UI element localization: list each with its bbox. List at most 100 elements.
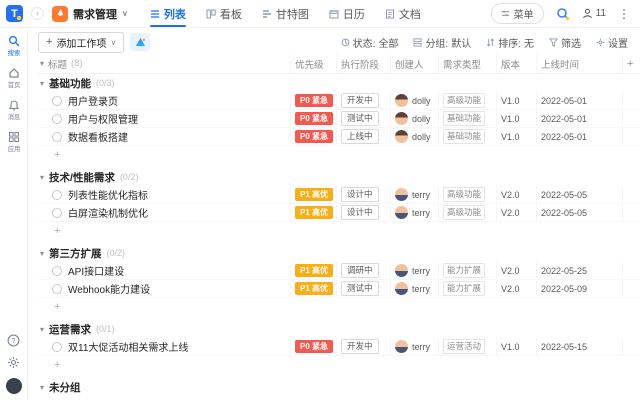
table-row[interactable]: Webhook能力建设 P1 高优 测试中 terry 能力扩展 V2.0 20…: [38, 280, 640, 298]
version-cell[interactable]: V2.0: [496, 262, 536, 279]
group-header[interactable]: ▾ 未分组: [38, 378, 640, 396]
more-menu-button[interactable]: ⋮: [618, 8, 630, 20]
task-checkbox[interactable]: [52, 208, 62, 218]
rail-item-messages[interactable]: 消息: [2, 99, 26, 122]
task-checkbox[interactable]: [52, 114, 62, 124]
priority-cell[interactable]: P1 高优: [290, 262, 336, 279]
date-cell[interactable]: 2022-05-25: [536, 262, 622, 279]
type-cell[interactable]: 高级功能: [438, 186, 496, 203]
group-header[interactable]: ▾ 运营需求 (0/1): [38, 320, 640, 338]
add-row-button[interactable]: +: [38, 222, 640, 240]
table-row[interactable]: 用户与权限管理 P0 紧急 测试中 dolly 基础功能 V1.0 2022-0…: [38, 110, 640, 128]
task-title[interactable]: 用户与权限管理: [68, 111, 138, 126]
add-column-button[interactable]: +: [622, 54, 640, 73]
date-cell[interactable]: 2022-05-01: [536, 128, 622, 145]
group-header[interactable]: ▾ 基础功能 (0/3): [38, 74, 640, 92]
type-cell[interactable]: 能力扩展: [438, 262, 496, 279]
tab-board[interactable]: 看板: [206, 0, 242, 27]
creator-cell[interactable]: terry: [390, 338, 438, 355]
search-icon[interactable]: [556, 7, 570, 21]
rail-item-apps[interactable]: 应用: [2, 131, 26, 154]
task-checkbox[interactable]: [52, 96, 62, 106]
task-title[interactable]: API接口建设: [68, 263, 124, 278]
filter-settings[interactable]: 设置: [596, 35, 628, 50]
tab-gantt[interactable]: 甘特图: [262, 0, 309, 27]
creator-cell[interactable]: dolly: [390, 92, 438, 109]
stage-cell[interactable]: 测试中: [336, 280, 390, 297]
priority-cell[interactable]: P0 紧急: [290, 338, 336, 355]
tab-calendar[interactable]: 日历: [329, 0, 365, 27]
project-switcher[interactable]: 需求管理 ∨: [52, 6, 128, 22]
table-row[interactable]: 列表性能优化指标 P1 高优 设计中 terry 高级功能 V2.0 2022-…: [38, 186, 640, 204]
priority-cell[interactable]: P1 高优: [290, 186, 336, 203]
add-row-button[interactable]: +: [38, 356, 640, 374]
type-cell[interactable]: 基础功能: [438, 110, 496, 127]
ai-assistant-button[interactable]: [130, 33, 150, 51]
version-cell[interactable]: V2.0: [496, 280, 536, 297]
task-title[interactable]: 双11大促活动相关需求上线: [68, 339, 188, 354]
date-cell[interactable]: 2022-05-09: [536, 280, 622, 297]
table-row[interactable]: 双11大促活动相关需求上线 P0 紧急 开发中 terry 运营活动 V1.0 …: [38, 338, 640, 356]
task-checkbox[interactable]: [52, 266, 62, 276]
creator-cell[interactable]: terry: [390, 204, 438, 221]
rail-item-home[interactable]: 首页: [2, 67, 26, 90]
task-checkbox[interactable]: [52, 342, 62, 352]
priority-cell[interactable]: P1 高优: [290, 204, 336, 221]
gear-icon[interactable]: [7, 356, 20, 369]
creator-cell[interactable]: terry: [390, 280, 438, 297]
creator-cell[interactable]: terry: [390, 186, 438, 203]
add-row-button[interactable]: +: [38, 396, 640, 400]
date-cell[interactable]: 2022-05-15: [536, 338, 622, 355]
filter-funnel[interactable]: 筛选: [549, 35, 581, 50]
priority-cell[interactable]: P0 紧急: [290, 110, 336, 127]
table-row[interactable]: 用户登录页 P0 紧急 开发中 dolly 高级功能 V1.0 2022-05-…: [38, 92, 640, 110]
add-row-button[interactable]: +: [38, 298, 640, 316]
priority-cell[interactable]: P0 紧急: [290, 92, 336, 109]
tab-docs[interactable]: 文档: [385, 0, 421, 27]
stage-cell[interactable]: 调研中: [336, 262, 390, 279]
user-avatar[interactable]: [6, 378, 22, 394]
task-title[interactable]: 用户登录页: [68, 93, 118, 108]
filter-status[interactable]: 状态: 全部: [341, 35, 399, 50]
version-cell[interactable]: V1.0: [496, 338, 536, 355]
task-title[interactable]: 数据看板搭建: [68, 129, 128, 144]
filter-sort[interactable]: 排序: 无: [486, 35, 534, 50]
task-checkbox[interactable]: [52, 132, 62, 142]
stage-cell[interactable]: 开发中: [336, 338, 390, 355]
date-cell[interactable]: 2022-05-01: [536, 92, 622, 109]
creator-cell[interactable]: dolly: [390, 128, 438, 145]
caret-down-icon[interactable]: ▾: [40, 59, 44, 68]
help-icon[interactable]: ?: [7, 334, 20, 347]
menu-button[interactable]: 菜单: [491, 3, 544, 24]
stage-cell[interactable]: 测试中: [336, 110, 390, 127]
add-work-item-button[interactable]: + 添加工作项 ∨: [38, 32, 124, 53]
priority-cell[interactable]: P1 高优: [290, 280, 336, 297]
table-row[interactable]: 白屏渲染机制优化 P1 高优 设计中 terry 高级功能 V2.0 2022-…: [38, 204, 640, 222]
version-cell[interactable]: V1.0: [496, 128, 536, 145]
group-header[interactable]: ▾ 第三方扩展 (0/2): [38, 244, 640, 262]
priority-cell[interactable]: P0 紧急: [290, 128, 336, 145]
group-header[interactable]: ▾ 技术/性能需求 (0/2): [38, 168, 640, 186]
task-title[interactable]: Webhook能力建设: [68, 281, 150, 296]
stage-cell[interactable]: 设计中: [336, 186, 390, 203]
type-cell[interactable]: 高级功能: [438, 204, 496, 221]
stage-cell[interactable]: 上线中: [336, 128, 390, 145]
table-row[interactable]: 数据看板搭建 P0 紧急 上线中 dolly 基础功能 V1.0 2022-05…: [38, 128, 640, 146]
type-cell[interactable]: 运营活动: [438, 338, 496, 355]
filter-group[interactable]: 分组: 默认: [413, 35, 471, 50]
version-cell[interactable]: V2.0: [496, 186, 536, 203]
date-cell[interactable]: 2022-05-01: [536, 110, 622, 127]
version-cell[interactable]: V1.0: [496, 92, 536, 109]
creator-cell[interactable]: dolly: [390, 110, 438, 127]
version-cell[interactable]: V1.0: [496, 110, 536, 127]
date-cell[interactable]: 2022-05-05: [536, 204, 622, 221]
date-cell[interactable]: 2022-05-05: [536, 186, 622, 203]
version-cell[interactable]: V2.0: [496, 204, 536, 221]
stage-cell[interactable]: 设计中: [336, 204, 390, 221]
type-cell[interactable]: 能力扩展: [438, 280, 496, 297]
stage-cell[interactable]: 开发中: [336, 92, 390, 109]
task-title[interactable]: 列表性能优化指标: [68, 187, 148, 202]
app-logo-icon[interactable]: T: [6, 5, 23, 22]
task-checkbox[interactable]: [52, 190, 62, 200]
add-row-button[interactable]: +: [38, 146, 640, 164]
